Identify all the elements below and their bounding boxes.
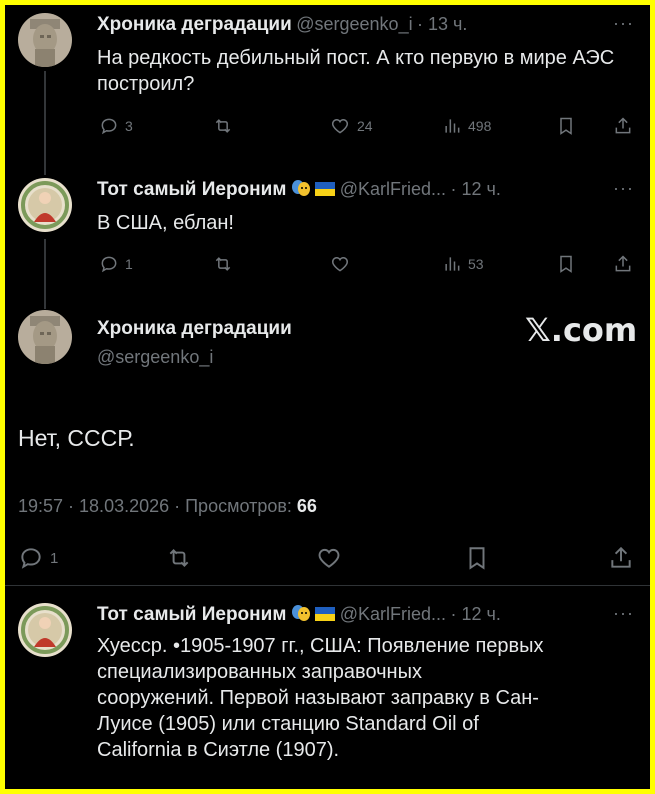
repost-icon — [215, 119, 231, 133]
tweet-text-line: Луисе (1905) или станцию Standard Oil of — [97, 713, 479, 735]
tweet-text: В США, еблан! — [97, 212, 234, 234]
ukraine-flag-icon — [315, 607, 336, 621]
avatar[interactable] — [18, 13, 72, 67]
reply-button[interactable]: 3 — [99, 116, 133, 136]
reply-icon — [21, 548, 41, 569]
bookmark-button[interactable] — [556, 254, 576, 274]
post-time[interactable]: · 12 ч. — [451, 604, 501, 624]
reply-count: 3 — [125, 118, 133, 134]
bookmark-icon — [560, 117, 572, 135]
ukraine-flag-icon — [315, 182, 336, 196]
like-button[interactable] — [329, 254, 351, 274]
divider — [5, 585, 650, 586]
timestamp-text[interactable]: 19:57 · 18.03.2026 · Просмотров: — [18, 496, 292, 516]
reply-icon — [101, 118, 117, 135]
post-time[interactable]: · 13 ч. — [417, 14, 467, 34]
views-button[interactable]: 53 — [442, 254, 484, 274]
thread-line — [44, 239, 46, 309]
avatar[interactable] — [18, 310, 72, 364]
repost-button[interactable] — [165, 545, 193, 571]
reply-count: 1 — [50, 549, 59, 567]
share-button[interactable] — [613, 254, 633, 274]
bookmark-button[interactable] — [464, 545, 490, 571]
thread-line — [44, 71, 46, 175]
views-icon — [445, 119, 460, 133]
tweet-text-line: California в Сиэтле (1907). — [97, 739, 340, 761]
theater-masks-icon — [291, 603, 311, 623]
reply-icon — [101, 256, 117, 273]
author-handle[interactable]: @sergeenko_i — [296, 14, 412, 34]
author-name[interactable]: Тот самый Иероним — [97, 179, 286, 200]
share-button[interactable] — [608, 545, 634, 571]
view-count: 66 — [296, 496, 317, 516]
avatar[interactable] — [18, 178, 72, 232]
theater-masks-icon — [291, 178, 311, 198]
author-name[interactable]: Хроника деградации — [97, 14, 292, 35]
tweet-text-line: специализированных заправочных — [97, 661, 422, 683]
more-options-icon[interactable]: ··· — [613, 603, 634, 624]
bookmark-button[interactable] — [556, 116, 576, 136]
author-handle[interactable]: @sergeenko_i — [97, 347, 213, 368]
repost-button[interactable] — [212, 254, 234, 274]
views-icon — [445, 257, 460, 271]
reply-count: 1 — [125, 256, 133, 272]
author-handle[interactable]: @KarlFried... — [340, 604, 446, 624]
reply-button[interactable]: 1 — [18, 545, 58, 571]
view-count: 498 — [468, 118, 492, 134]
heart-icon — [318, 548, 340, 568]
heart-icon — [331, 256, 349, 272]
heart-icon — [331, 118, 349, 134]
tweet-text-line: сооружений. Первой называют заправку в С… — [97, 687, 539, 709]
author-name[interactable]: Хроника деградации — [97, 318, 292, 340]
view-count: 53 — [468, 256, 484, 272]
reply-button[interactable]: 1 — [99, 254, 133, 274]
bookmark-icon — [469, 547, 485, 570]
tweet-text: На редкость дебильный пост. А кто первую… — [97, 47, 615, 95]
avatar[interactable] — [18, 603, 72, 657]
share-icon — [615, 117, 631, 134]
repost-button[interactable] — [212, 116, 234, 136]
author-name[interactable]: Тот самый Иероним — [97, 604, 286, 625]
like-button[interactable] — [315, 545, 343, 571]
repost-icon — [169, 549, 189, 567]
more-options-icon[interactable]: ··· — [613, 178, 634, 199]
repost-icon — [215, 257, 231, 271]
screenshot-frame: Хроника деградации @sergeenko_i · 13 ч. … — [5, 5, 650, 789]
like-count: 24 — [357, 118, 373, 134]
tweet-header: Тот самый Иероним @KarlFried... · 12 ч. — [97, 178, 501, 201]
x-com-logo: 𝕏.com — [525, 311, 638, 349]
tweet-timestamp: 19:57 · 18.03.2026 · Просмотров: 66 — [18, 496, 317, 517]
share-icon — [611, 546, 631, 568]
bookmark-icon — [560, 255, 572, 273]
post-time[interactable]: · 12 ч. — [451, 179, 501, 199]
like-button[interactable]: 24 — [329, 116, 373, 136]
tweet-text: Хуесср. •1905-1907 гг., США: Появление п… — [97, 633, 637, 763]
author-handle[interactable]: @KarlFried... — [340, 179, 446, 199]
share-button[interactable] — [613, 116, 633, 136]
share-icon — [615, 255, 631, 272]
more-options-icon[interactable]: ··· — [613, 13, 634, 34]
tweet-header: Хроника деградации @sergeenko_i · 13 ч. — [97, 14, 467, 36]
tweet-text-line: Хуесср. •1905-1907 гг., США: Появление п… — [97, 635, 544, 657]
views-button[interactable]: 498 — [442, 116, 491, 136]
tweet-text: Нет, СССР. — [18, 425, 135, 451]
tweet-header: Тот самый Иероним @KarlFried... · 12 ч. — [97, 603, 501, 626]
